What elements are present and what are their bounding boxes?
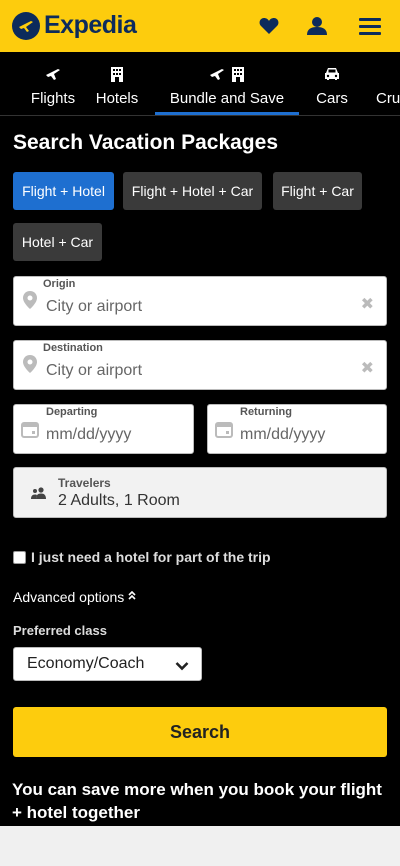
plane-icon	[210, 69, 224, 80]
travelers-field[interactable]: Travelers 2 Adults, 1 Room	[13, 467, 387, 518]
car-icon	[325, 68, 339, 80]
chevron-down-icon	[175, 658, 189, 676]
calendar-icon	[215, 421, 233, 443]
package-hotel-car-button[interactable]: Hotel + Car	[13, 223, 102, 261]
partial-hotel-option[interactable]: I just need a hotel for part of the trip	[13, 549, 271, 565]
hotel-icon	[232, 67, 244, 82]
location-pin-icon	[23, 355, 37, 378]
returning-field[interactable]: Returning mm/dd/yyyy	[207, 404, 387, 454]
brand-name: Expedia	[44, 11, 137, 39]
tab-hotels[interactable]: Hotels	[84, 52, 150, 115]
heart-icon[interactable]	[257, 14, 281, 38]
partial-hotel-label: I just need a hotel for part of the trip	[31, 549, 271, 565]
tab-cars[interactable]: Cars	[306, 52, 358, 115]
departing-label: Departing	[46, 406, 98, 418]
travelers-icon	[30, 486, 48, 504]
returning-label: Returning	[240, 406, 292, 418]
promo-text: You can save more when you book your fli…	[12, 780, 382, 822]
clear-origin-icon[interactable]: ✖	[361, 294, 374, 314]
departing-field[interactable]: Departing mm/dd/yyyy	[13, 404, 194, 454]
origin-field[interactable]: Origin City or airport ✖	[13, 276, 387, 326]
search-button[interactable]: Search	[13, 707, 387, 757]
double-chevron-up-icon	[128, 590, 136, 603]
bottom-bar	[0, 826, 400, 866]
tab-cruises[interactable]: Cru	[376, 52, 400, 115]
preferred-class-value: Economy/Coach	[27, 655, 145, 672]
preferred-class-label: Preferred class	[13, 623, 107, 638]
plane-icon	[46, 69, 60, 80]
package-flight-car-button[interactable]: Flight + Car	[273, 172, 362, 210]
preferred-class-select[interactable]: Economy/Coach	[13, 647, 202, 681]
package-flight-hotel-button[interactable]: Flight + Hotel	[13, 172, 114, 210]
app-header: Expedia	[0, 0, 400, 52]
product-tabs: Flights Hotels Bundle and Save Cars Cru	[0, 52, 400, 116]
menu-icon[interactable]	[358, 14, 382, 38]
origin-label: Origin	[43, 278, 76, 290]
returning-input[interactable]: mm/dd/yyyy	[240, 426, 325, 444]
tab-cars-label: Cars	[316, 90, 348, 107]
page-title: Search Vacation Packages	[13, 131, 278, 154]
tab-bundle-label: Bundle and Save	[169, 90, 285, 107]
clear-destination-icon[interactable]: ✖	[361, 358, 374, 378]
hotel-icon	[111, 67, 123, 82]
tab-bundle-and-save[interactable]: Bundle and Save	[155, 52, 299, 115]
travelers-label: Travelers	[58, 476, 111, 490]
travelers-value: 2 Adults, 1 Room	[58, 492, 180, 509]
advanced-options-label: Advanced options	[13, 589, 125, 605]
partial-hotel-checkbox[interactable]	[13, 550, 26, 564]
tab-cruises-label: Cru	[376, 90, 400, 107]
tab-flights-label: Flights	[30, 90, 76, 107]
expedia-logo[interactable]: Expedia	[12, 11, 137, 40]
destination-label: Destination	[43, 342, 103, 354]
calendar-icon	[21, 421, 39, 443]
tab-hotels-label: Hotels	[95, 90, 139, 107]
account-icon[interactable]	[305, 14, 329, 38]
origin-input[interactable]: City or airport	[46, 298, 142, 316]
advanced-options-toggle[interactable]: Advanced options	[13, 589, 136, 605]
package-flight-hotel-car-button[interactable]: Flight + Hotel + Car	[123, 172, 262, 210]
departing-input[interactable]: mm/dd/yyyy	[46, 426, 131, 444]
location-pin-icon	[23, 291, 37, 314]
destination-field[interactable]: Destination City or airport ✖	[13, 340, 387, 390]
destination-input[interactable]: City or airport	[46, 362, 142, 380]
globe-plane-icon	[12, 11, 40, 40]
